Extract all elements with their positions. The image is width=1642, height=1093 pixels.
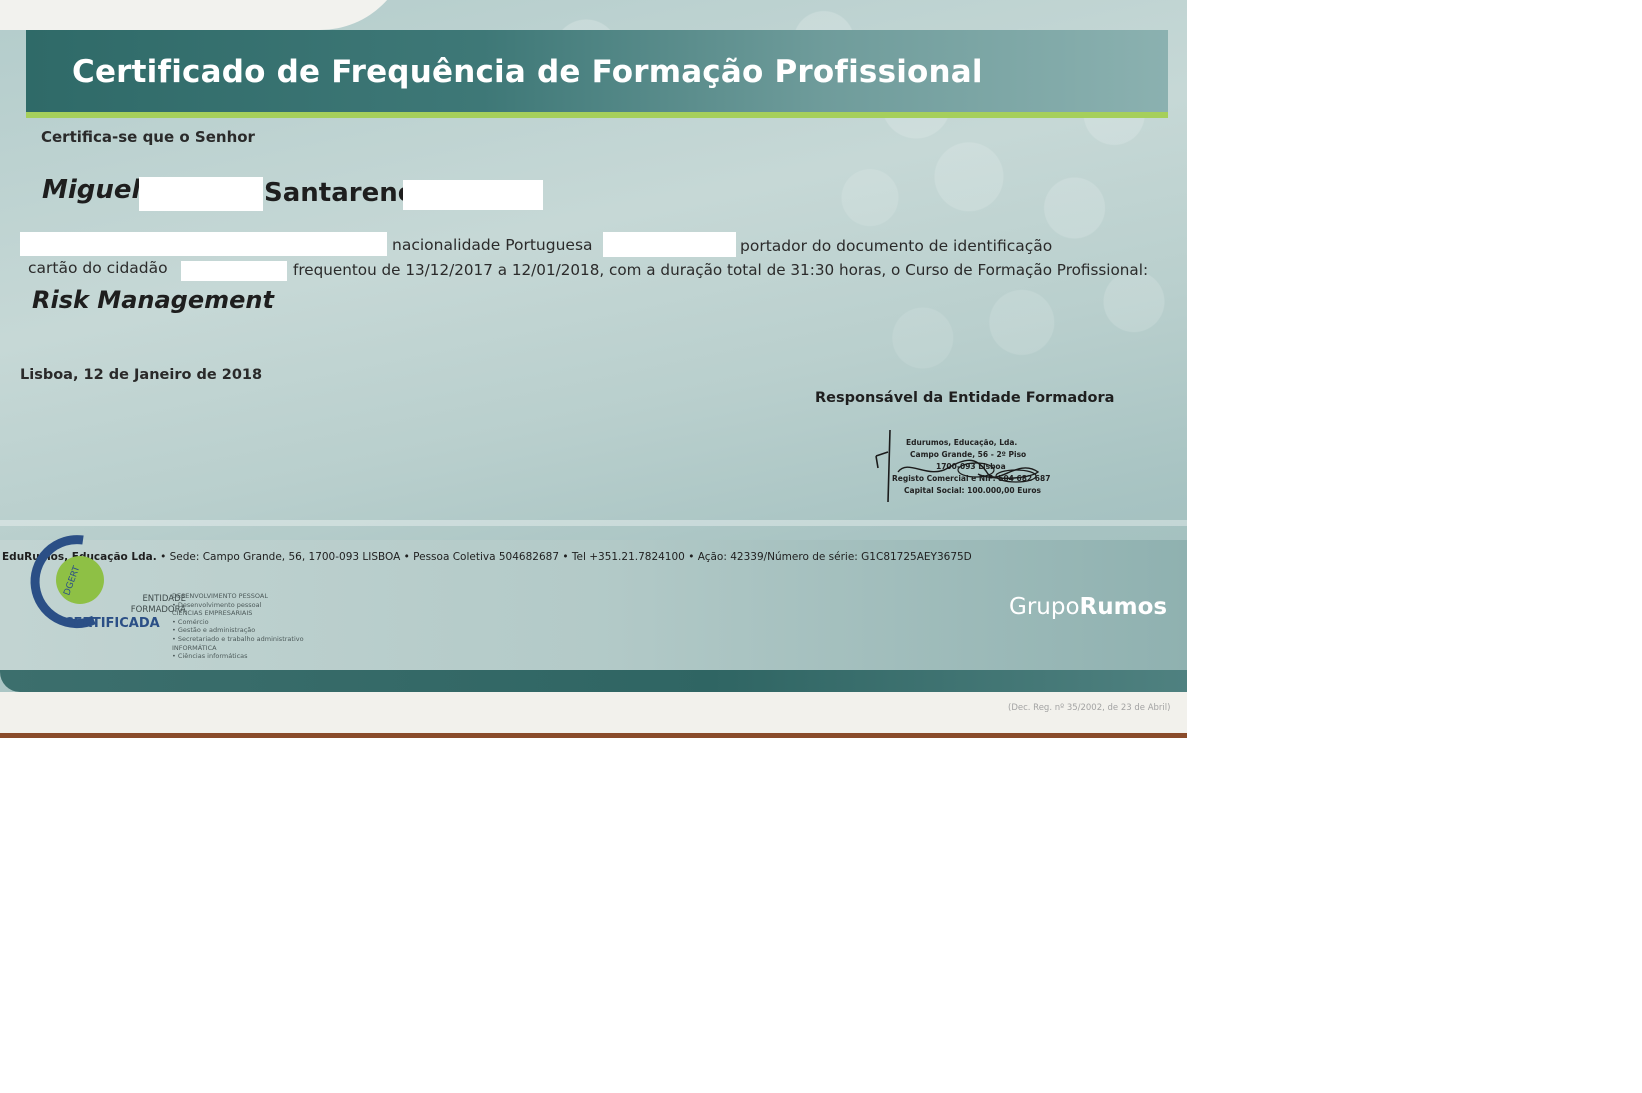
redaction-box <box>603 232 736 257</box>
certificate-title: Certificado de Frequência de Formação Pr… <box>72 54 983 90</box>
nationality-text: nacionalidade Portuguesa <box>392 236 593 254</box>
course-name: Risk Management <box>32 286 274 314</box>
document-text: portador do documento de identificação <box>740 237 1053 255</box>
redaction-box <box>403 180 543 210</box>
id-card-text: cartão do cidadão <box>28 259 168 277</box>
recipient-last-name: Santareno <box>264 178 416 208</box>
company-stamp: Edurumos, Educação, Lda. Campo Grande, 5… <box>875 428 1060 506</box>
place-date: Lisboa, 12 de Janeiro de 2018 <box>20 367 263 383</box>
legal-note: (Dec. Reg. nº 35/2002, de 23 de Abril) <box>1008 703 1171 713</box>
signatory-title: Responsável da Entidade Formadora <box>815 390 1115 406</box>
footer-bar <box>0 670 1187 692</box>
intro-text: Certifica-se que o Senhor <box>41 128 255 146</box>
redaction-box <box>20 232 387 256</box>
certificate-photo: Certificado de Frequência de Formação Pr… <box>0 0 1187 738</box>
signature-image <box>875 429 1040 503</box>
certificate-paper: Certificado de Frequência de Formação Pr… <box>0 0 1187 733</box>
brand-logo: GrupoRumos <box>1009 594 1167 620</box>
attendance-text: frequentou de 13/12/2017 a 12/01/2018, c… <box>293 261 1149 279</box>
redaction-box <box>181 261 287 281</box>
section-divider <box>0 520 1187 526</box>
certified-areas-list: DESENVOLVIMENTO PESSOAL • Desenvolviment… <box>172 592 304 661</box>
dgert-certified-logo: DGERT ENTIDADE FORMADORA CERTIFICADA <box>28 532 186 632</box>
title-accent-line <box>26 112 1168 118</box>
logo-line: CERTIFICADA <box>64 616 160 631</box>
brand-logo-bold: Rumos <box>1079 594 1168 620</box>
redaction-box <box>139 177 263 211</box>
paper-corner <box>0 0 410 30</box>
recipient-first-name: Miguel <box>42 175 141 205</box>
brand-logo-light: Grupo <box>1009 594 1080 620</box>
footer-company-details: • Sede: Campo Grande, 56, 1700-093 LISBO… <box>160 551 972 563</box>
